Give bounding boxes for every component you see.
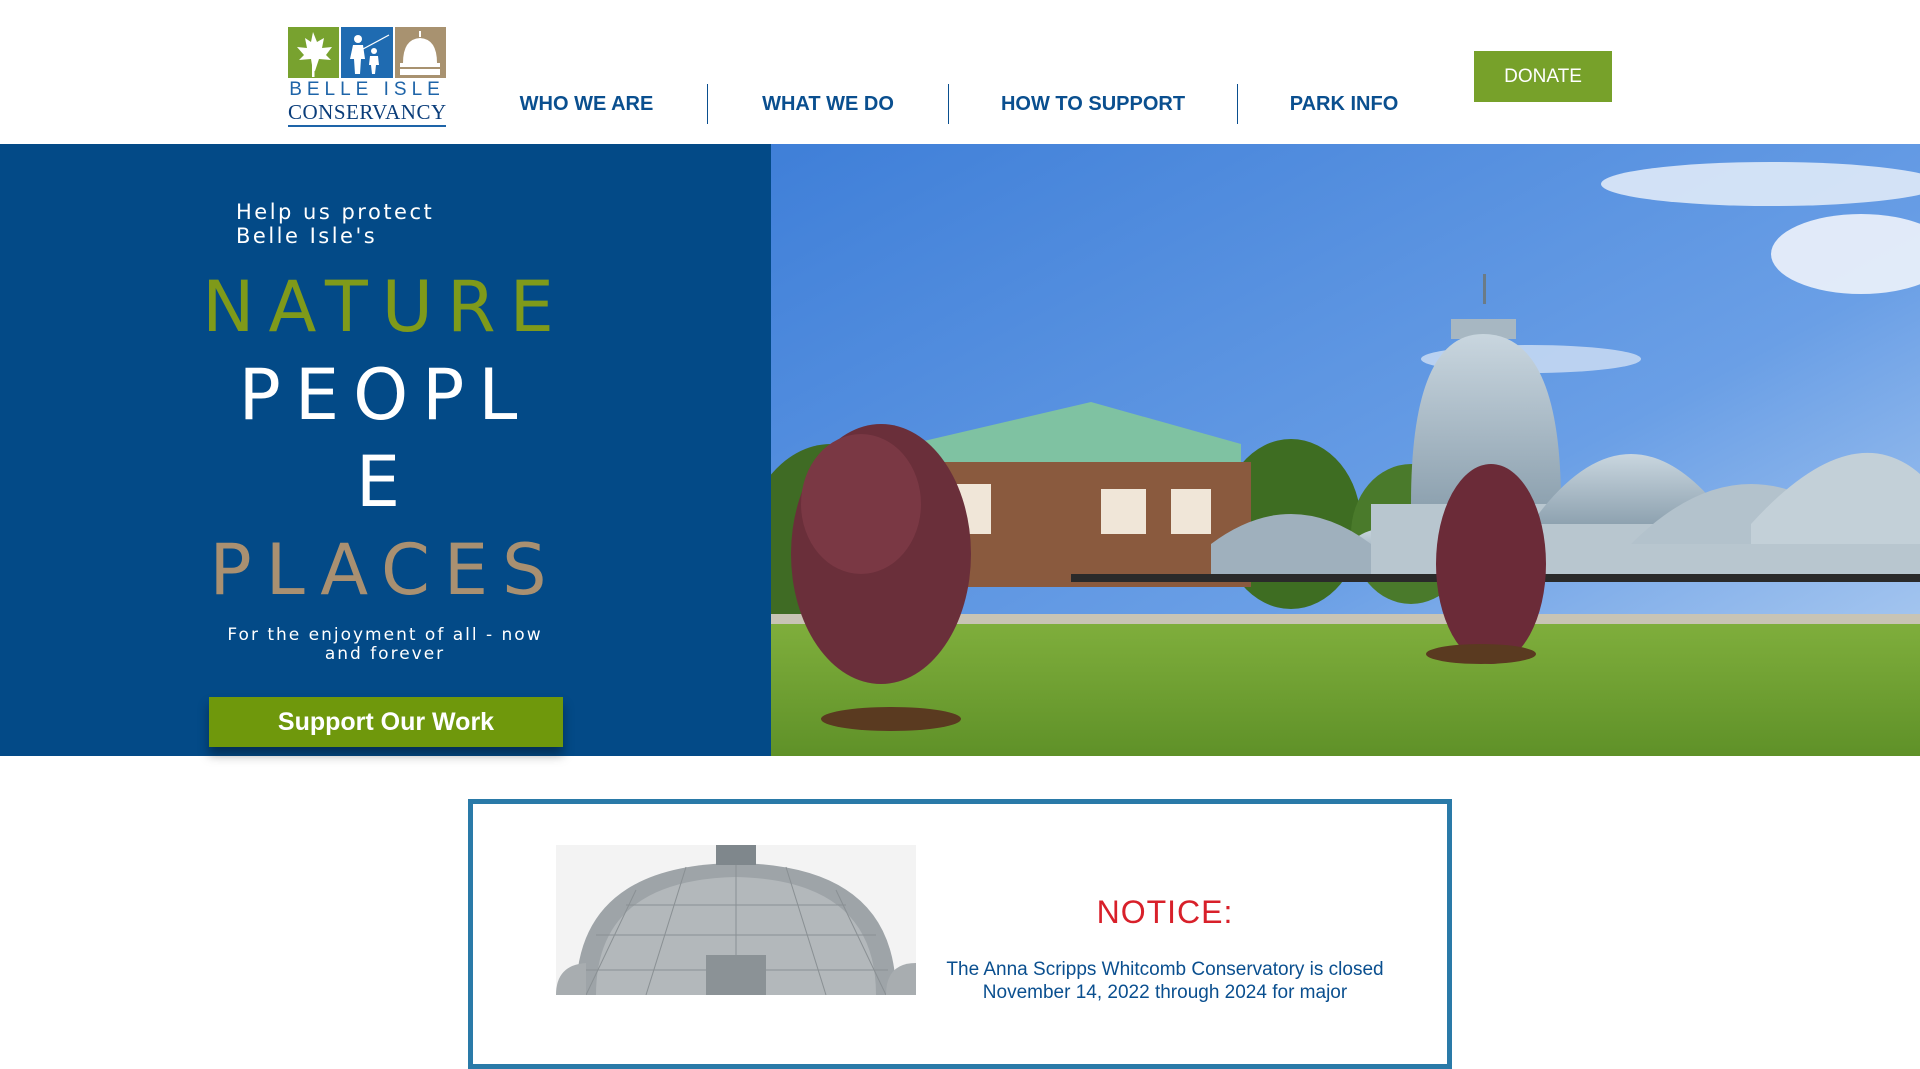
logo-line-1: BELLE ISLE	[289, 79, 445, 100]
logo-rule	[288, 125, 446, 127]
maple-leaf-icon	[288, 27, 340, 78]
logo-icons	[288, 27, 446, 78]
conservatory-photo	[771, 144, 1920, 756]
donate-button[interactable]: DONATE	[1474, 51, 1612, 102]
nav-what-we-do[interactable]: WHAT WE DO	[708, 84, 948, 124]
dome-icon	[394, 27, 446, 78]
hero-word-places: PLACES	[209, 529, 561, 611]
hero-word-nature: NATURE	[202, 266, 568, 348]
nav-park-info[interactable]: PARK INFO	[1238, 84, 1450, 124]
belle-isle-conservancy-logo[interactable]: BELLE ISLE CONSERVANCY	[288, 27, 446, 127]
hero-word-people-end: E	[355, 441, 415, 523]
main-nav: WHO WE ARE WHAT WE DO HOW TO SUPPORT PAR…	[466, 84, 1450, 124]
nav-who-we-are[interactable]: WHO WE ARE	[466, 84, 707, 124]
hero-tagline: For the enjoyment of all - now and forev…	[227, 625, 543, 664]
conservatory-dome-photo	[556, 845, 916, 995]
logo-line-2: CONSERVANCY	[288, 100, 447, 124]
support-our-work-button[interactable]: Support Our Work	[209, 697, 563, 747]
notice-text: The Anna Scripps Whitcomb Conservatory i…	[946, 959, 1384, 1003]
family-fishing-icon	[341, 27, 393, 78]
site-header: BELLE ISLE CONSERVANCY WHO WE ARE WHAT W…	[0, 0, 1920, 144]
hero-word-people: PEOPL	[238, 354, 532, 436]
notice-title: NOTICE:	[1096, 894, 1234, 930]
nav-how-to-support[interactable]: HOW TO SUPPORT	[949, 84, 1237, 124]
hero-intro: Help us protect Belle Isle's	[236, 200, 435, 248]
